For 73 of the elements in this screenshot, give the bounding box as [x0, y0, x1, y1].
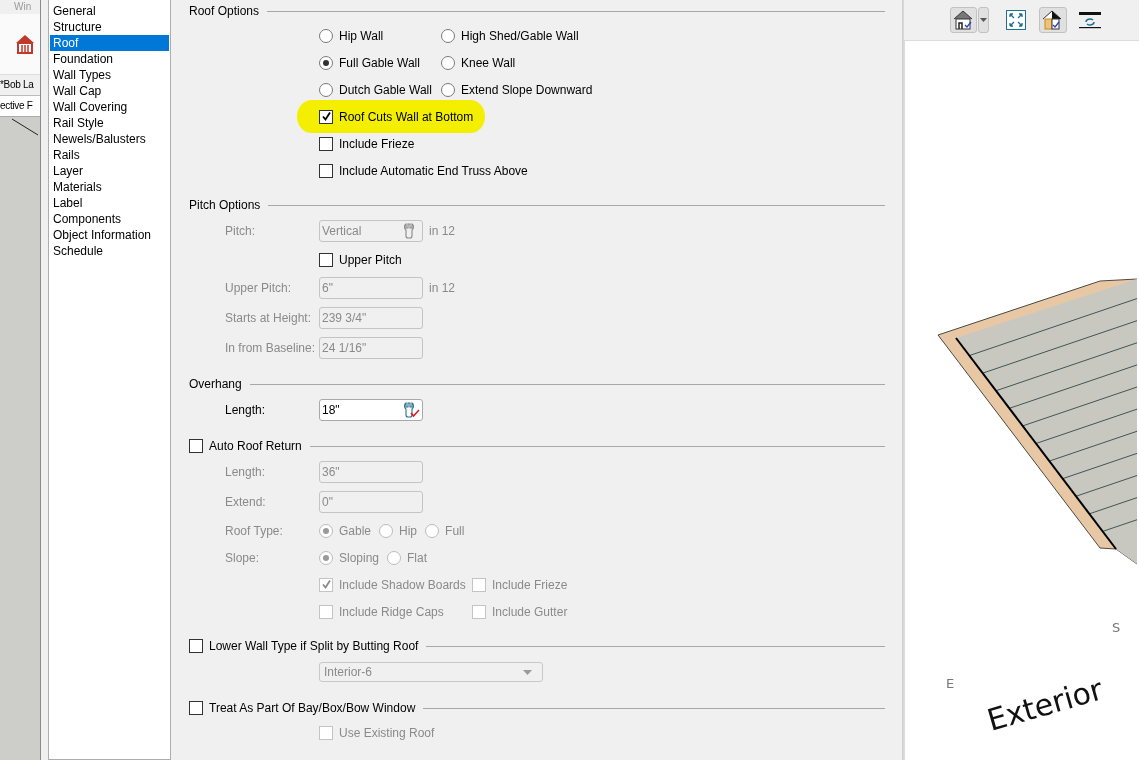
- category-item[interactable]: Components: [50, 211, 169, 227]
- checkbox-label[interactable]: Treat As Part Of Bay/Box/Bow Window: [209, 701, 416, 715]
- field-label: Upper Pitch:: [225, 281, 293, 295]
- category-item[interactable]: Rail Style: [50, 115, 169, 131]
- radio-button[interactable]: [319, 55, 333, 70]
- field-label: Extend:: [225, 495, 267, 509]
- house-icon: [952, 10, 975, 30]
- unit-label: in 12: [429, 224, 456, 238]
- field-label: Length:: [225, 465, 267, 479]
- category-item[interactable]: Roof: [50, 35, 169, 51]
- checkbox[interactable]: [189, 639, 203, 653]
- checkbox[interactable]: [319, 163, 333, 178]
- compass-label: E: [946, 676, 955, 691]
- checkbox-label[interactable]: Include Frieze: [339, 136, 415, 151]
- expand-icon[interactable]: [1006, 10, 1026, 30]
- radio-button[interactable]: [441, 28, 455, 43]
- radio-button[interactable]: [319, 82, 333, 97]
- wrench-check-icon[interactable]: [402, 402, 420, 418]
- unit-label: in 12: [429, 281, 456, 295]
- refresh-icon[interactable]: [1079, 11, 1101, 29]
- category-item[interactable]: Wall Cap: [50, 83, 169, 99]
- caret-icon: [523, 669, 532, 675]
- category-item[interactable]: Structure: [50, 19, 169, 35]
- category-item[interactable]: General: [50, 3, 169, 19]
- wall-line: [11, 118, 39, 136]
- checkbox[interactable]: [189, 439, 203, 453]
- dropdown-button[interactable]: [978, 7, 989, 33]
- radio-button[interactable]: [319, 28, 333, 43]
- category-item[interactable]: Newels/Balusters: [50, 131, 169, 147]
- section-heading: Pitch Options: [189, 198, 261, 212]
- radio-button[interactable]: [441, 82, 455, 97]
- field-label: In from Baseline:: [225, 341, 317, 355]
- house-icon[interactable]: [14, 33, 36, 55]
- checkbox[interactable]: [189, 701, 203, 715]
- checkbox-label[interactable]: Include Automatic End Truss Above: [339, 163, 528, 178]
- house-icon: [1042, 10, 1064, 30]
- category-item[interactable]: Materials: [50, 179, 169, 195]
- document-tab[interactable]: *Bob La: [0, 75, 40, 96]
- radio-label[interactable]: Dutch Gable Wall: [339, 82, 432, 97]
- field-label: Slope:: [225, 550, 261, 565]
- category-item[interactable]: Wall Types: [50, 67, 169, 83]
- category-item[interactable]: Layer: [50, 163, 169, 179]
- view-button[interactable]: [950, 7, 977, 33]
- radio-label[interactable]: Full Gable Wall: [339, 55, 420, 70]
- radio-label[interactable]: Knee Wall: [461, 55, 516, 70]
- checkbox-label[interactable]: Roof Cuts Wall at Bottom: [339, 109, 474, 124]
- field-label: Pitch:: [225, 224, 256, 238]
- section-heading: Overhang: [189, 377, 242, 391]
- field-label: Length:: [225, 403, 267, 417]
- view-button[interactable]: [1039, 7, 1067, 33]
- checkbox-label[interactable]: Lower Wall Type if Split by Butting Roof: [209, 639, 419, 653]
- category-item[interactable]: Foundation: [50, 51, 169, 67]
- category-item[interactable]: Label: [50, 195, 169, 211]
- input-field[interactable]: 18": [319, 399, 423, 421]
- radio-button[interactable]: [441, 55, 455, 70]
- field-label: Roof Type:: [225, 523, 284, 538]
- field-label: Starts at Height:: [225, 311, 313, 325]
- radio-label[interactable]: High Shed/Gable Wall: [461, 28, 579, 43]
- section-heading: Roof Options: [189, 4, 260, 18]
- checkbox[interactable]: [319, 136, 333, 151]
- checkbox[interactable]: [319, 252, 333, 267]
- compass-label: S: [1112, 620, 1121, 635]
- category-item[interactable]: Rails: [50, 147, 169, 163]
- view-tab[interactable]: ective F: [0, 96, 40, 117]
- checkbox-label[interactable]: Upper Pitch: [339, 252, 402, 267]
- category-item[interactable]: Object Information: [50, 227, 169, 243]
- caret-icon: [980, 18, 987, 22]
- radio-label[interactable]: Extend Slope Downward: [461, 82, 593, 97]
- category-item[interactable]: Wall Covering: [50, 99, 169, 115]
- radio-label[interactable]: Hip Wall: [339, 28, 384, 43]
- room-label: Exterior: [983, 671, 1107, 738]
- checkbox-label[interactable]: Auto Roof Return: [209, 439, 302, 453]
- category-item[interactable]: Schedule: [50, 243, 169, 259]
